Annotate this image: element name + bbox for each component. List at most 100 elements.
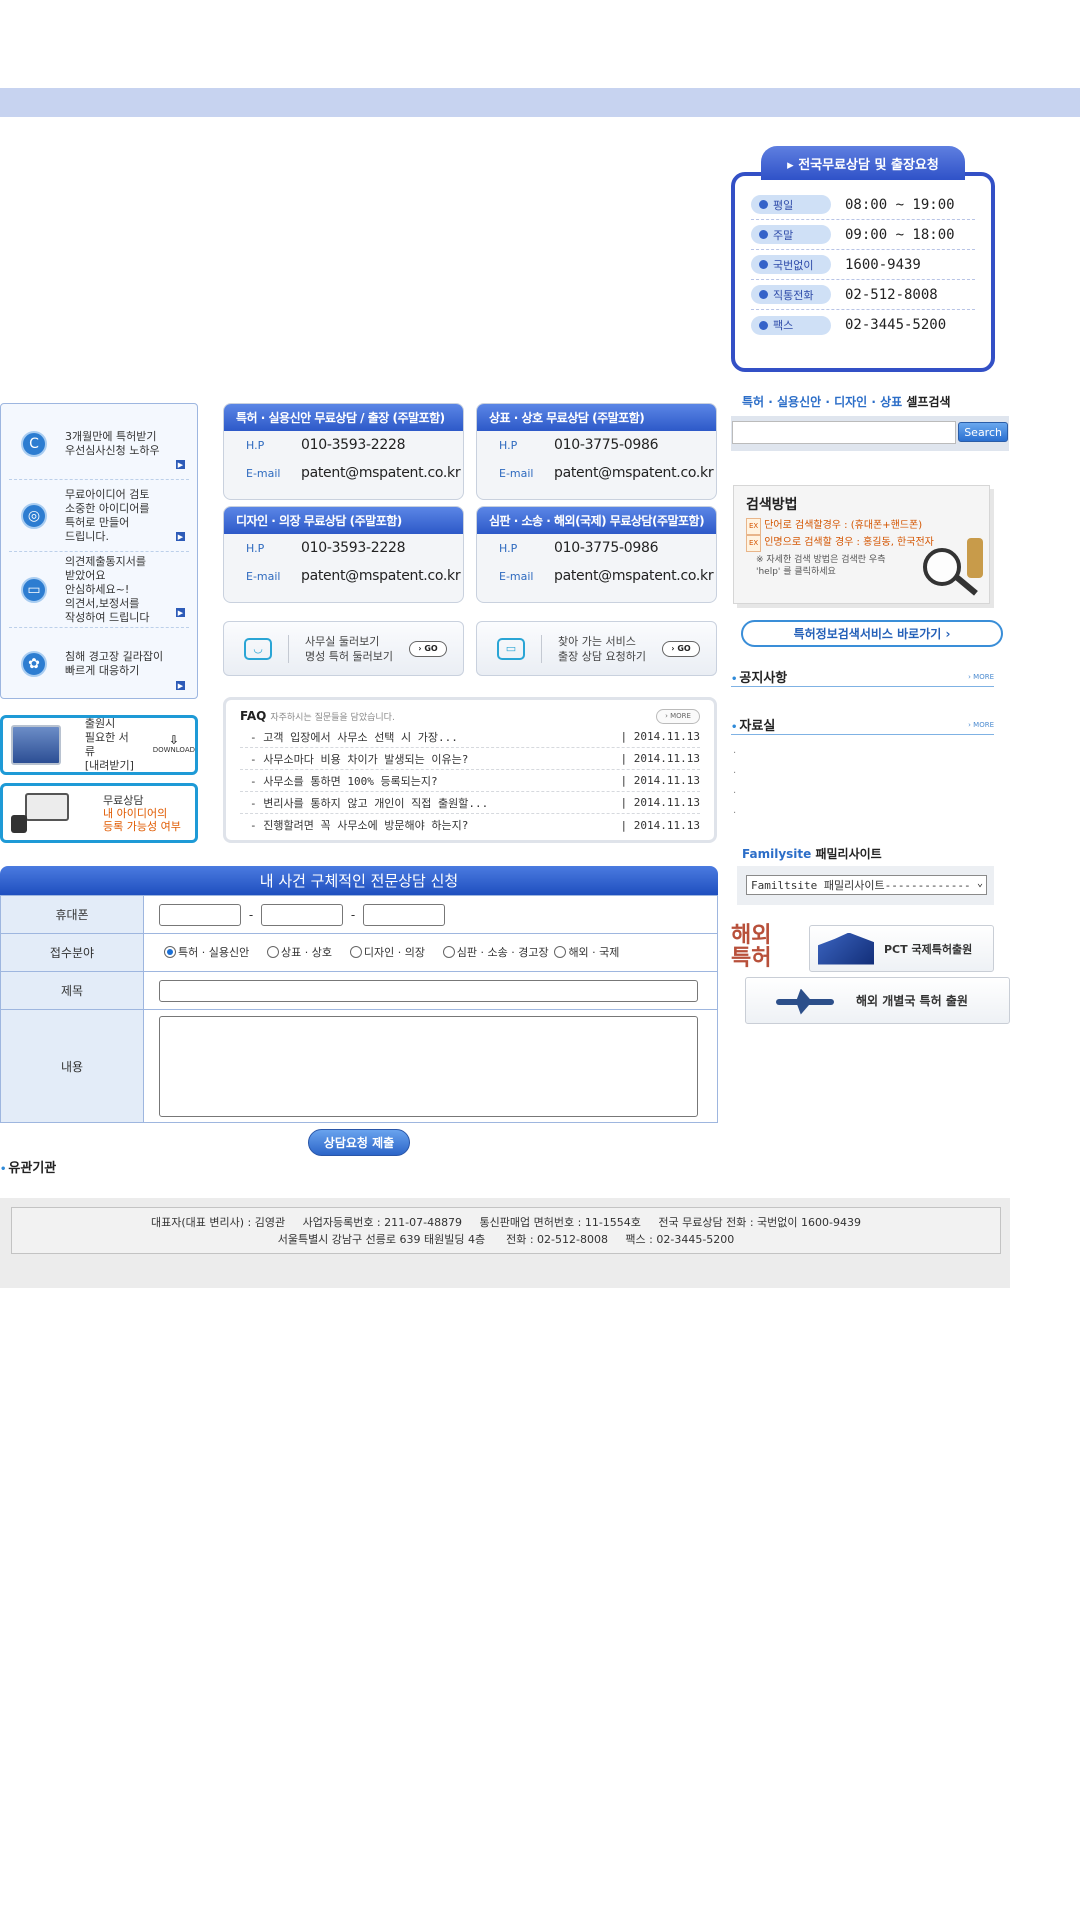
faq-item[interactable]: - 사무소마다 비용 차이가 발생되는 이유는? | 2014.11.13 [240,748,700,770]
individual-label: 해외 개별국 특허 출원 [856,994,968,1008]
hp-number[interactable]: 010-3593-2228 [301,540,405,556]
notice-more-link[interactable]: › MORE [968,673,994,681]
faq-date: | 2014.11.13 [620,774,700,787]
visit-service-box[interactable]: ▭ 찾아 가는 서비스 출장 상담 요청하기 › GO [476,621,717,676]
consult-row-value: 02-512-8008 [845,286,938,303]
consult-row-label: 평일 [773,198,794,212]
radio-icon [267,946,280,958]
phone-field-1[interactable] [159,903,241,926]
bullet-icon [759,230,768,239]
consult-row-label: 직통전화 [773,288,814,302]
consult-box-trademark: 상표 · 상호 무료상담 (주말포함) H.P 010-3775-0986 E-m… [476,403,717,500]
form-title: 내 사건 구체적인 전문상담 신청 [0,866,718,895]
title-input[interactable] [159,979,698,1002]
faq-more-button[interactable]: › MORE [656,708,700,724]
list-item[interactable]: · [733,768,736,788]
phone-dash: - [248,907,254,922]
list-item[interactable]: · [733,788,736,808]
submit-request-button[interactable]: 상담요청 제출 [308,1129,410,1156]
form-row-content: 내용 [0,1009,718,1123]
faq-subtitle: 자주하시는 질문들을 담았습니다. [270,712,395,723]
free-consult-banner[interactable]: 무료상담 내 아이디어의 등록 가능성 여부 [0,783,198,843]
consult-row-value: 02-3445-5200 [845,317,947,333]
bullet-icon [759,290,768,299]
faq-item[interactable]: - 진행할려면 꼭 사무소에 방문해야 하는지? | 2014.11.13 [240,814,700,836]
left-menu-item-idea-review[interactable]: ◎ 무료아이디어 검토 소중한 아이디어를 특허로 만들어 드립니다. ▶ [9,480,189,552]
content-textarea[interactable] [159,1015,698,1117]
faq-question: - 고객 입장에서 사무소 선택 시 가장... [250,730,458,744]
footer: 대표자(대표 변리사) : 김영관 사업자등록번호 : 211-07-48879… [0,1198,1010,1288]
faq-item[interactable]: - 사무소를 통하면 100% 등록되는지? | 2014.11.13 [240,770,700,792]
bullet-icon [759,320,768,330]
consult-row-value: 08:00 ~ 19:00 [845,196,955,213]
patent-info-search-link[interactable]: 특허정보검색서비스 바로가기 › [741,620,1003,647]
service-line2: 명성 특허 둘러보기 [305,649,393,663]
bullet-icon [759,260,768,269]
consult-box-design: 디자인 · 의장 무료상담 (주말포함) H.P 010-3593-2228 E-… [223,506,464,603]
consult-panel-title: ▸ 전국무료상담 및 출장요청 [761,146,965,180]
left-menu-label: 3개월만에 특허받기 우선심사신청 노하우 [65,429,160,457]
search-button[interactable]: Search [958,422,1008,442]
content-label: 내용 [0,1009,144,1123]
consult-row-value: 1600-9439 [845,256,921,273]
archive-title[interactable]: 자료실 [731,715,775,734]
faq-item[interactable]: - 고객 입장에서 사무소 선택 시 가장... | 2014.11.13 [240,726,700,748]
radio-overseas[interactable]: 해외 · 국제 [554,944,619,960]
title-label: 제목 [0,971,144,1010]
radio-trial[interactable]: 심판 · 소송 · 경고장 [442,944,549,960]
radio-patent[interactable]: 특허 · 실용신안 [164,944,249,960]
hp-number[interactable]: 010-3775-0986 [554,540,658,556]
download-documents-banner[interactable]: 출원시 필요한 서류 [내려받기] ⇩ DOWNLOAD [0,715,198,775]
individual-country-button[interactable]: 해외 개별국 특허 출원 [745,977,1010,1024]
left-menu-item-opinion-notice[interactable]: ▭ 의견제출통지서를 받았어요 안심하세요~! 의견서,보정서를 작성하여 드립… [9,552,189,628]
visit-service-go-button[interactable]: › GO [662,640,700,657]
airplane-icon [776,989,834,1013]
laptop-icon [11,725,61,765]
consult-row-label: 주말 [773,228,794,242]
service-line1: 찾아 가는 서비스 [558,634,636,648]
hp-number[interactable]: 010-3775-0986 [554,437,658,453]
consult-request-form: 내 사건 구체적인 전문상담 신청 휴대폰 - - 접수분야 특허 · 실용신안 … [0,866,718,1123]
faq-item[interactable]: - 변리사를 통하지 않고 개인이 직접 출원할... | 2014.11.13 [240,792,700,814]
left-menu-item-priority-exam[interactable]: C 3개월만에 특허받기 우선심사신청 노하우 ▶ [9,408,189,480]
archive-list: · · · · [733,748,736,828]
service-line2: 출장 상담 요청하기 [558,649,646,663]
arrow-right-icon: ▶ [176,681,185,690]
list-item[interactable]: · [733,748,736,768]
ex-badge: EX [746,518,762,535]
office-tour-box[interactable]: ◡ 사무실 둘러보기 명성 특허 둘러보기 › GO [223,621,464,676]
pct-international-button[interactable]: PCT 국제특허출원 [809,925,994,972]
phone-field-2[interactable] [261,903,343,926]
phone-field-3[interactable] [363,903,445,926]
email-address[interactable]: patent@mspatent.co.kr [554,465,714,481]
overseas-patent-logo: 해외 특허 [731,922,772,971]
radio-trademark[interactable]: 상표 · 상호 [267,944,332,960]
nationwide-consult-panel: 평일 08:00 ~ 19:00 주말 09:00 ~ 18:00 국번없이 1… [731,146,995,372]
left-menu-item-infringement[interactable]: ✿ 침해 경고장 길라잡이 빠르게 대응하기 ▶ [9,628,189,700]
faq-title: FAQ [240,709,267,723]
email-address[interactable]: patent@mspatent.co.kr [554,568,714,584]
office-tour-go-button[interactable]: › GO [409,640,447,657]
email-label: E-mail [499,569,534,583]
radio-checked-icon [164,946,176,958]
hp-number[interactable]: 010-3593-2228 [301,437,405,453]
radio-icon [349,946,362,958]
family-site-select[interactable]: Familtsite 패밀리사이트------------- ⌄ [746,875,987,895]
stamp-icon [967,538,983,578]
hp-label: H.P [246,438,265,452]
self-search-input[interactable] [732,421,957,444]
gear-flower-icon: ✿ [21,651,47,677]
email-address[interactable]: patent@mspatent.co.kr [301,465,461,481]
consult-box-trial: 심판 · 소송 · 해외(국제) 무료상담(주말포함) H.P 010-3775-… [476,506,717,603]
radio-design[interactable]: 디자인 · 의장 [349,944,425,960]
email-address[interactable]: patent@mspatent.co.kr [301,568,461,584]
notice-title[interactable]: 공지사항 [731,667,787,686]
consult-row-weekend: 주말 09:00 ~ 18:00 [751,220,975,250]
faq-box: FAQ 자주하시는 질문들을 담았습니다. › MORE - 고객 입장에서 사… [223,697,717,843]
archive-more-link[interactable]: › MORE [968,721,994,729]
arrow-right-icon: ▶ [176,532,185,541]
list-item[interactable]: · [733,808,736,828]
pct-label: PCT 국제특허출원 [884,942,973,956]
field-label: 접수분야 [0,933,144,972]
consult-hours-box: 평일 08:00 ~ 19:00 주말 09:00 ~ 18:00 국번없이 1… [731,172,995,372]
